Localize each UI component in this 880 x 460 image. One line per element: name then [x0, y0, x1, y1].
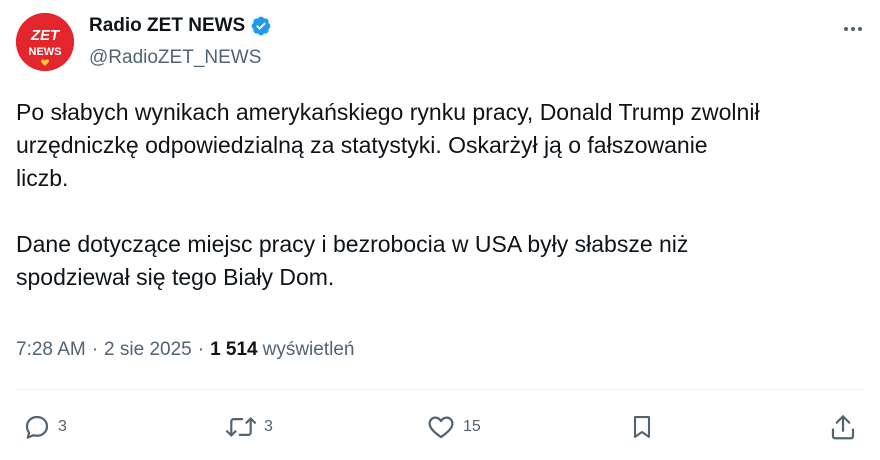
verified-badge-icon	[251, 16, 271, 36]
avatar-text-top: ZET	[30, 27, 61, 44]
avatar[interactable]: ZET NEWS	[16, 13, 74, 71]
like-button[interactable]: 15	[425, 410, 481, 444]
views-label: wyświetleń	[262, 339, 355, 360]
reply-icon	[25, 415, 49, 439]
repost-count: 3	[264, 418, 273, 435]
tweet-time[interactable]: 7:28 AM	[16, 339, 86, 361]
share-button[interactable]	[828, 410, 858, 444]
repost-icon	[225, 417, 257, 437]
bookmark-icon	[633, 416, 651, 438]
tweet-date[interactable]: 2 sie 2025	[104, 339, 192, 361]
author-handle[interactable]: @RadioZET_NEWS	[89, 47, 261, 69]
tweet: ZET NEWS Radio ZET NEWS @RadioZET_NEWS P…	[0, 0, 880, 460]
views-count: 1 514	[210, 339, 258, 360]
tweet-text-line: liczb.	[16, 165, 69, 191]
more-dots-icon	[844, 27, 862, 31]
tweet-text: Po słabych wynikach amerykańskiego rynku…	[16, 96, 876, 294]
tweet-text-line: urzędniczkę odpowiedzialną za statystyki…	[16, 132, 708, 158]
tweet-text-line: Po słabych wynikach amerykańskiego rynku…	[16, 99, 760, 125]
like-count: 15	[463, 418, 481, 435]
meta-separator: ·	[197, 339, 205, 360]
heart-outline-icon	[428, 416, 454, 439]
author-name-row[interactable]: Radio ZET NEWS	[89, 15, 272, 37]
author-name[interactable]: Radio ZET NEWS	[89, 15, 245, 37]
reply-count: 3	[58, 418, 67, 435]
repost-button[interactable]: 3	[224, 410, 273, 444]
tweet-text-line: spodziewał się tego Biały Dom.	[16, 264, 335, 290]
meta-separator: ·	[91, 339, 99, 360]
avatar-text-bottom: NEWS	[29, 46, 62, 58]
radio-zet-logo-icon: ZET NEWS	[16, 13, 74, 71]
tweet-meta: 7:28 AM · 2 sie 2025 · 1 514 wyświetleń	[16, 339, 354, 361]
reply-button[interactable]: 3	[22, 410, 67, 444]
tweet-text-line: Dane dotyczące miejsc pracy i bezrobocia…	[16, 231, 689, 257]
divider	[16, 389, 864, 390]
more-options-button[interactable]	[838, 14, 868, 44]
bookmark-button[interactable]	[628, 410, 656, 444]
share-icon	[831, 415, 855, 440]
